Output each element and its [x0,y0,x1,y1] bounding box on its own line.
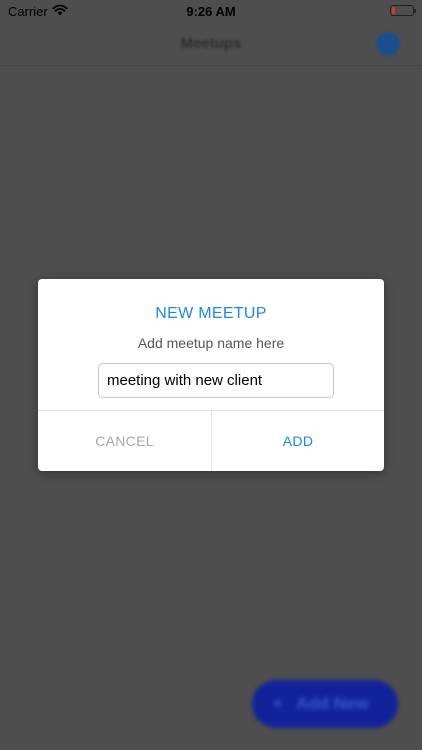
battery-level [392,7,395,14]
status-time: 9:26 AM [186,4,236,19]
add-button[interactable]: ADD [212,411,384,471]
dialog-message: Add meetup name here [137,335,285,351]
status-bar: Carrier 9:26 AM [0,0,422,22]
add-new-label: Add New [296,694,369,713]
new-meetup-dialog: NEW MEETUP Add meetup name here CANCEL A… [38,279,384,471]
dialog-title: NEW MEETUP [155,305,267,322]
cancel-button[interactable]: CANCEL [38,411,211,471]
nav-title: Meetups [180,35,242,52]
meetup-name-input[interactable] [98,363,334,398]
add-new-button[interactable]: + Add New [252,680,398,728]
battery-low-icon [390,5,416,16]
plus-icon: + [273,694,283,713]
avatar[interactable] [376,32,400,56]
nav-bar: Meetups [0,22,422,66]
